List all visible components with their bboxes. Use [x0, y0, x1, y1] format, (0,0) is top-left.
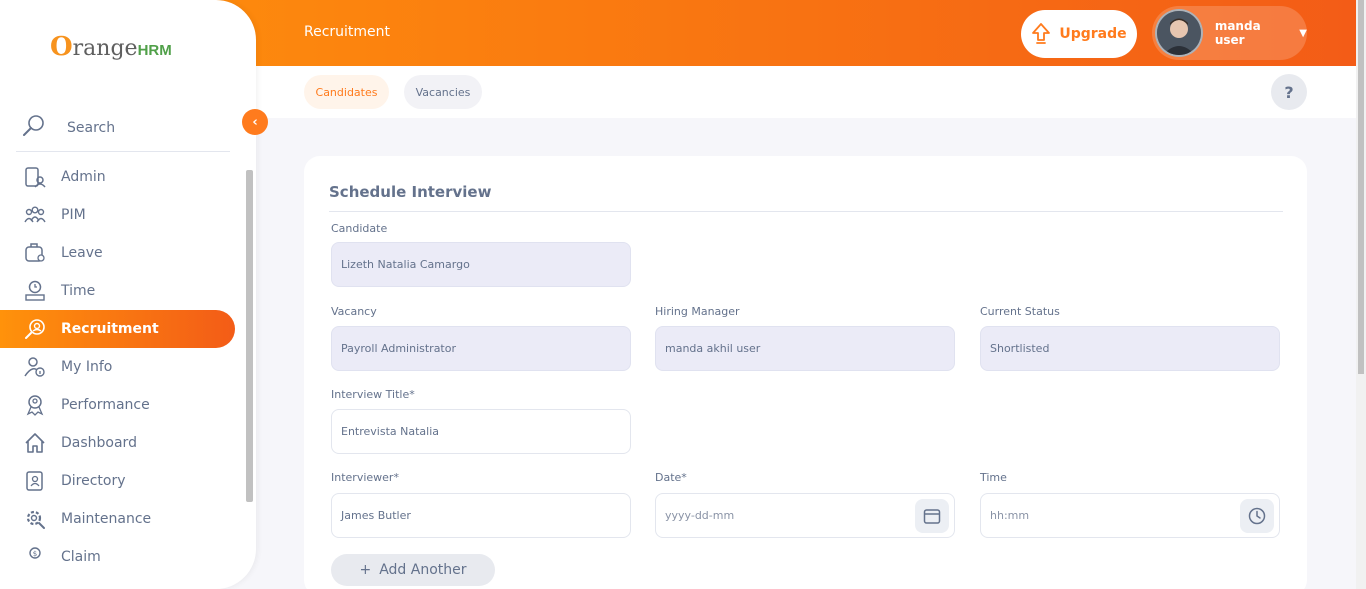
current-status-label: Current Status	[980, 305, 1060, 318]
clock-icon[interactable]	[1240, 499, 1274, 533]
upgrade-icon	[1032, 23, 1051, 44]
divider	[329, 211, 1283, 212]
calendar-icon[interactable]	[915, 499, 949, 533]
schedule-interview-card: Schedule Interview Candidate Lizeth Nata…	[304, 156, 1307, 589]
tab-vacancies[interactable]: Vacancies	[404, 75, 482, 109]
interviewer-input[interactable]: James Butler	[331, 493, 631, 538]
sidebar-item-label: My Info	[61, 359, 113, 375]
upgrade-button[interactable]: Upgrade	[1021, 10, 1137, 58]
directory-icon	[21, 470, 49, 492]
date-label: Date*	[655, 471, 687, 484]
tab-candidates[interactable]: Candidates	[304, 75, 389, 109]
claim-icon: $	[21, 546, 49, 563]
sidebar-scrollbar[interactable]	[246, 170, 253, 502]
current-status-field: Shortlisted	[980, 326, 1280, 371]
interviewer-label: Interviewer*	[331, 471, 399, 484]
hiring-manager-field: manda akhil user	[655, 326, 955, 371]
sidebar-item-my-info[interactable]: My Info	[0, 348, 235, 386]
vacancy-field: Payroll Administrator	[331, 326, 631, 371]
orangehrm-logo: OrangeHRM	[50, 32, 172, 62]
sidebar-item-admin[interactable]: Admin	[0, 158, 235, 196]
sidebar-item-time[interactable]: Time	[0, 272, 235, 310]
date-placeholder: yyyy-dd-mm	[665, 509, 735, 522]
add-another-button[interactable]: + Add Another	[331, 554, 495, 586]
collapse-sidebar-button[interactable]: ‹	[242, 109, 268, 135]
sidebar-item-label: Directory	[61, 473, 126, 489]
sidebar-item-label: Maintenance	[61, 511, 152, 527]
sidebar-item-label: Leave	[61, 245, 103, 261]
recruitment-icon	[21, 318, 49, 340]
date-input[interactable]: yyyy-dd-mm	[655, 493, 955, 538]
search-label: Search	[67, 119, 116, 136]
sidebar-menu: Admin PIM Leave Time Recruitment My Info…	[0, 158, 256, 563]
sidebar-item-label: Dashboard	[61, 435, 137, 451]
sidebar-item-label: Performance	[61, 397, 150, 413]
maintenance-icon	[21, 508, 49, 530]
dashboard-icon	[21, 432, 49, 454]
sidebar-item-label: Recruitment	[61, 321, 159, 337]
hiring-manager-label: Hiring Manager	[655, 305, 740, 318]
avatar	[1155, 9, 1203, 57]
sidebar: OrangeHRM Search Admin PIM Leave Time Re…	[0, 0, 256, 589]
admin-icon	[21, 166, 49, 188]
time-placeholder: hh:mm	[990, 509, 1030, 522]
plus-icon: +	[359, 562, 372, 578]
caret-down-icon: ▼	[1299, 27, 1307, 39]
sidebar-item-dashboard[interactable]: Dashboard	[0, 424, 235, 462]
upgrade-label: Upgrade	[1059, 26, 1127, 42]
sidebar-item-pim[interactable]: PIM	[0, 196, 235, 234]
help-button[interactable]: ?	[1271, 74, 1307, 110]
user-dropdown[interactable]: manda user ▼	[1152, 6, 1307, 60]
sidebar-item-label: Claim	[61, 549, 101, 563]
sidebar-item-label: Time	[61, 283, 96, 299]
page-scrollbar-thumb[interactable]	[1358, 0, 1364, 374]
sidebar-item-label: Admin	[61, 169, 106, 185]
search-icon	[22, 114, 50, 142]
sidebar-item-label: PIM	[61, 207, 86, 223]
candidate-label: Candidate	[331, 222, 388, 235]
sidebar-item-performance[interactable]: Performance	[0, 386, 235, 424]
performance-icon	[21, 394, 49, 416]
sub-navigation: Candidates Vacancies ?	[256, 66, 1356, 118]
sidebar-item-claim[interactable]: $ Claim	[0, 538, 235, 563]
vacancy-label: Vacancy	[331, 305, 377, 318]
page-scrollbar[interactable]	[1356, 0, 1366, 589]
candidate-field: Lizeth Natalia Camargo	[331, 242, 631, 287]
form-heading: Schedule Interview	[329, 183, 492, 201]
sidebar-item-leave[interactable]: Leave	[0, 234, 235, 272]
sidebar-search[interactable]: Search	[16, 104, 230, 152]
add-another-label: Add Another	[379, 562, 467, 578]
chevron-left-icon: ‹	[252, 114, 258, 130]
pim-icon	[21, 204, 49, 226]
user-name: manda user	[1214, 19, 1261, 47]
page-title: Recruitment	[304, 24, 391, 40]
interview-title-label: Interview Title*	[331, 388, 415, 401]
sidebar-item-recruitment[interactable]: Recruitment	[0, 310, 235, 348]
sidebar-item-directory[interactable]: Directory	[0, 462, 235, 500]
leave-icon	[21, 242, 49, 264]
time-input[interactable]: hh:mm	[980, 493, 1280, 538]
svg-text:$: $	[33, 550, 37, 558]
interview-title-input[interactable]: Entrevista Natalia	[331, 409, 631, 454]
sidebar-item-maintenance[interactable]: Maintenance	[0, 500, 235, 538]
time-icon	[21, 280, 49, 302]
time-label: Time	[980, 471, 1007, 484]
my-info-icon	[21, 356, 49, 378]
